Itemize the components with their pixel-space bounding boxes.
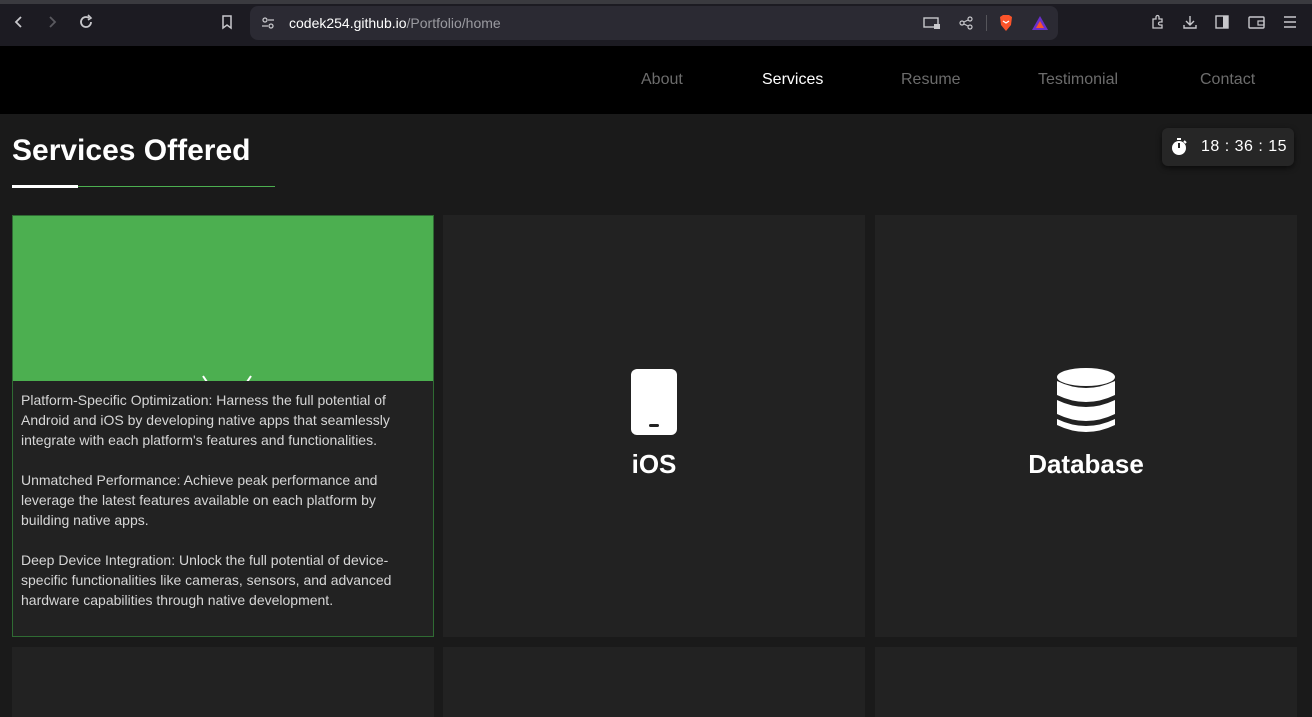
service-card-native-apps[interactable]: Platform-Specific Optimization: Harness … bbox=[12, 215, 434, 637]
database-icon bbox=[1057, 368, 1115, 432]
download-icon[interactable] bbox=[1176, 8, 1204, 36]
section-title: Services Offered bbox=[12, 134, 251, 167]
service-card-ios[interactable]: iOS bbox=[443, 215, 865, 637]
menu-icon[interactable] bbox=[1276, 8, 1304, 36]
url-host: codek254.github.io bbox=[289, 15, 407, 31]
card-paragraph: Platform-Specific Optimization: Harness … bbox=[21, 392, 390, 448]
title-underline-accent bbox=[12, 185, 78, 188]
card-header-green bbox=[13, 216, 433, 381]
share-icon[interactable] bbox=[956, 13, 976, 33]
url-text[interactable]: codek254.github.io/Portfolio/home bbox=[289, 15, 501, 31]
clock-time: 18 : 36 : 15 bbox=[1201, 138, 1288, 155]
forward-icon[interactable] bbox=[38, 8, 66, 36]
cast-icon[interactable] bbox=[922, 13, 942, 33]
sidebar-icon[interactable] bbox=[1208, 8, 1236, 36]
card-paragraph: Deep Device Integration: Unlock the full… bbox=[21, 552, 392, 608]
nav-contact[interactable]: Contact bbox=[1200, 71, 1255, 89]
divider bbox=[986, 15, 987, 31]
url-path: /Portfolio/home bbox=[406, 15, 501, 31]
service-card[interactable] bbox=[875, 647, 1297, 717]
wallet-icon[interactable] bbox=[1243, 8, 1271, 36]
service-card[interactable] bbox=[443, 647, 865, 717]
address-bar[interactable]: codek254.github.io/Portfolio/home bbox=[250, 6, 1058, 40]
nav-services[interactable]: Services bbox=[762, 71, 823, 89]
mobile-phone-icon bbox=[631, 369, 677, 435]
brave-shields-icon[interactable] bbox=[996, 13, 1016, 33]
nav-testimonial[interactable]: Testimonial bbox=[1038, 71, 1118, 89]
nav-about[interactable]: About bbox=[641, 71, 683, 89]
card-label: Database bbox=[1028, 449, 1144, 479]
service-card[interactable] bbox=[12, 647, 434, 717]
bookmark-icon[interactable] bbox=[213, 8, 241, 36]
site-settings-icon[interactable] bbox=[258, 13, 278, 33]
card-description: Platform-Specific Optimization: Harness … bbox=[21, 390, 421, 630]
reload-icon[interactable] bbox=[72, 8, 100, 36]
brave-rewards-icon[interactable] bbox=[1030, 13, 1050, 33]
nav-resume[interactable]: Resume bbox=[901, 71, 961, 89]
card-label: iOS bbox=[631, 449, 677, 479]
browser-toolbar: codek254.github.io/Portfolio/home bbox=[0, 0, 1312, 46]
service-card-database[interactable]: Database bbox=[875, 215, 1297, 637]
back-icon[interactable] bbox=[5, 8, 33, 36]
android-icon bbox=[202, 375, 252, 381]
services-section: Services Offered 18 : 36 : 15 Platform-S… bbox=[0, 114, 1312, 717]
card-paragraph: Unmatched Performance: Achieve peak perf… bbox=[21, 472, 378, 528]
clock-widget: 18 : 36 : 15 bbox=[1162, 128, 1294, 166]
stopwatch-icon bbox=[1172, 138, 1187, 155]
extensions-icon[interactable] bbox=[1144, 8, 1172, 36]
site-navbar: About Services Resume Testimonial Contac… bbox=[0, 46, 1312, 114]
